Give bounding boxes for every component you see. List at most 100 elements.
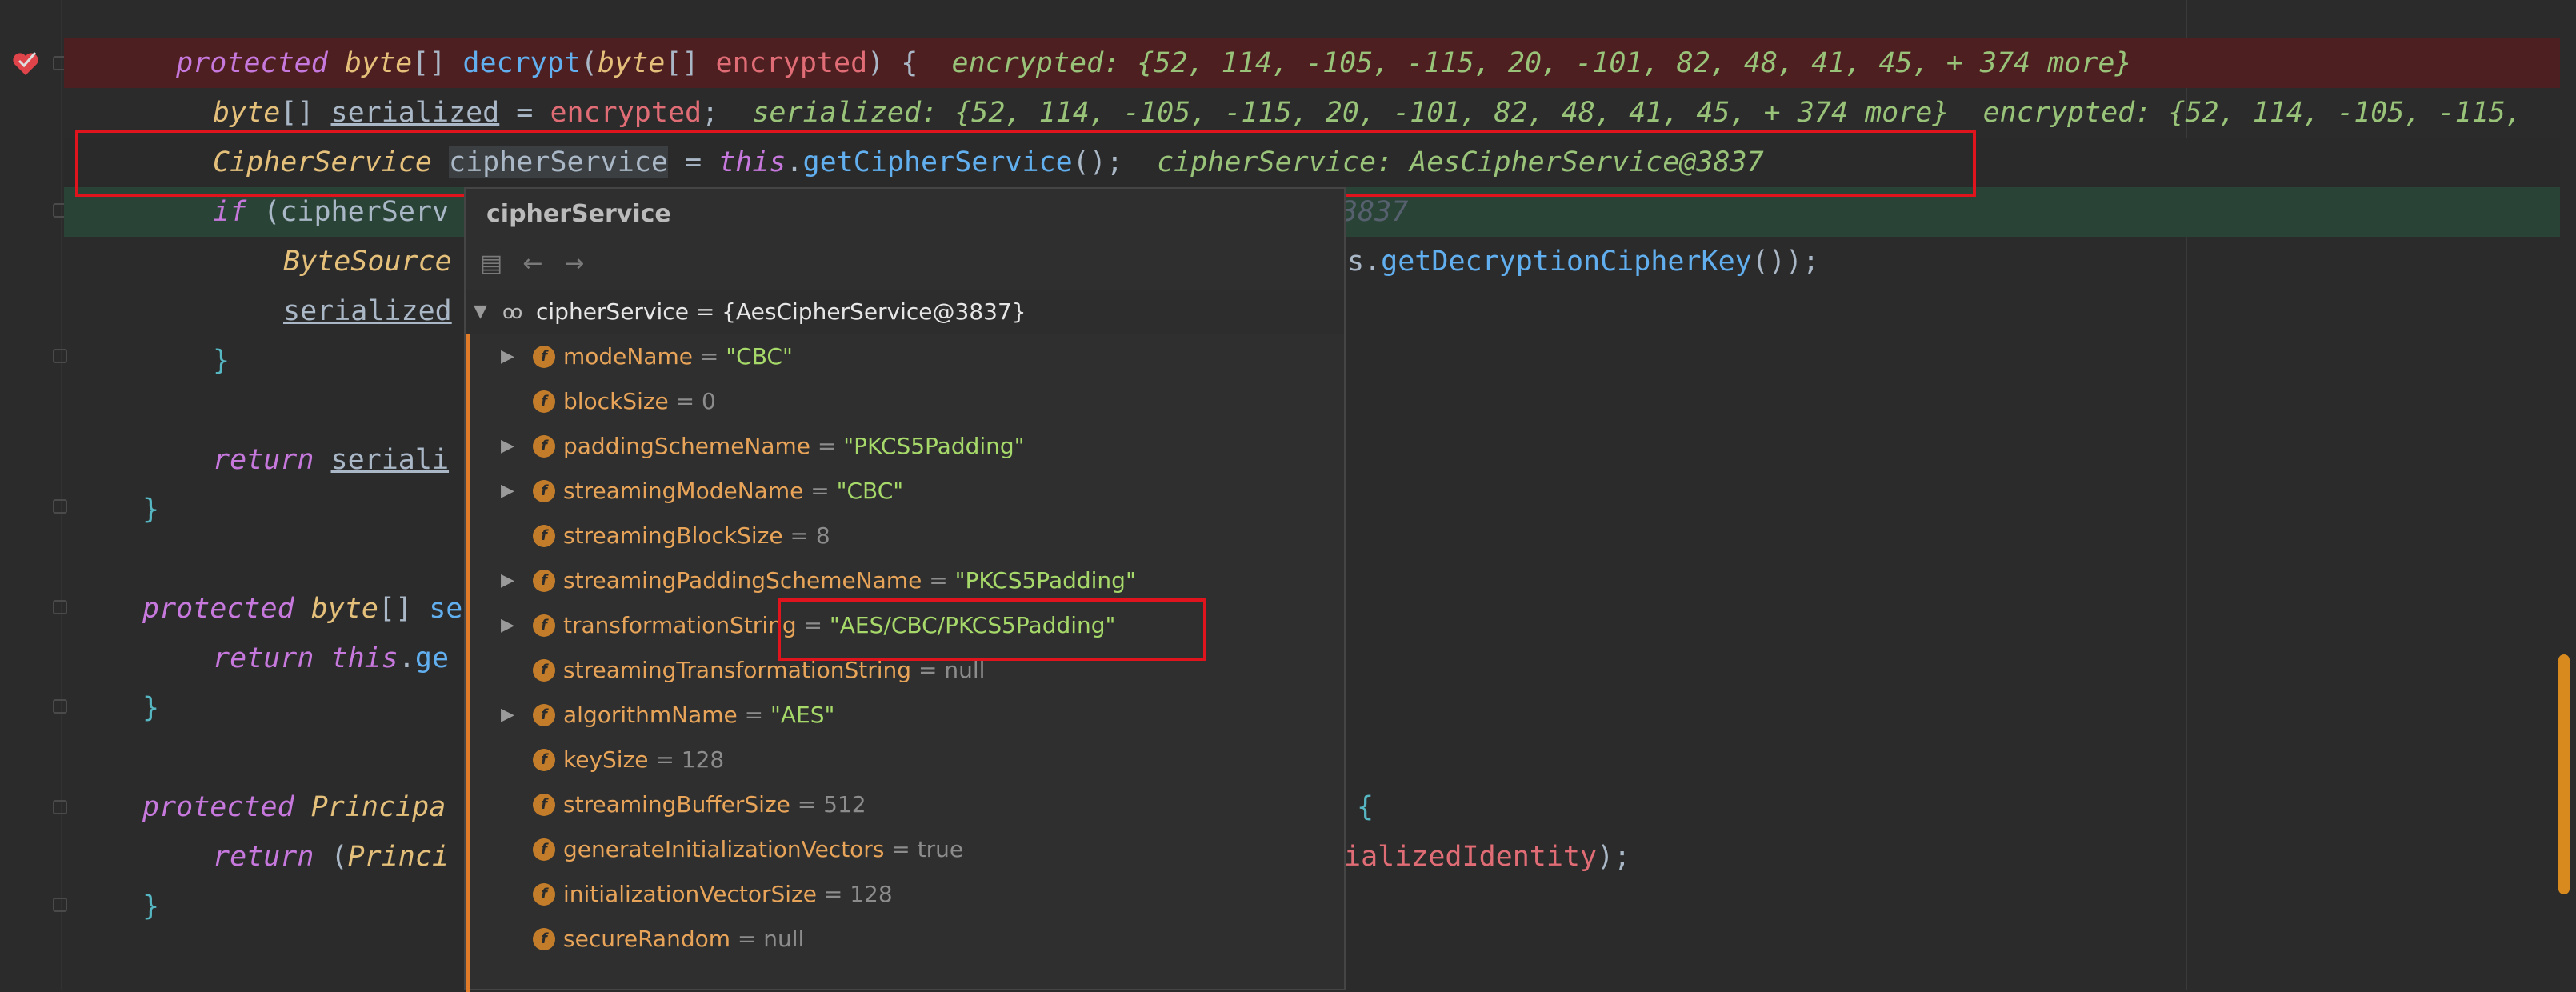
keyword: protected	[142, 791, 311, 823]
brace: }	[142, 890, 160, 922]
keyword: return	[213, 841, 314, 873]
code-line-cipherservice[interactable]: CipherService cipherService = this.getCi…	[64, 138, 2560, 187]
keyword: return	[213, 444, 314, 476]
field-row[interactable]: ▶ f paddingSchemeName = "PKCS5Padding"	[466, 424, 1344, 469]
type: Princi	[347, 841, 450, 873]
expand-icon[interactable]: ▶	[501, 469, 514, 514]
inline-value-hint[interactable]: serialized: {52, 114, -105, -115, 20, -1…	[752, 97, 1949, 129]
expand-icon[interactable]: ▶	[501, 603, 514, 648]
field-row[interactable]: f blockSize = 0	[466, 379, 1344, 424]
field-icon: f	[533, 838, 555, 861]
keyword: protected	[176, 47, 345, 79]
tree-root-row[interactable]: ▼ oo cipherService = {AesCipherService@3…	[466, 290, 1344, 334]
type: byte	[310, 593, 379, 625]
field-icon: f	[533, 659, 555, 682]
field-icon: f	[533, 883, 555, 906]
punct: =	[499, 97, 550, 129]
keyword: if	[213, 196, 247, 228]
punct: ;	[702, 97, 719, 129]
back-arrow-icon[interactable]: ←	[518, 250, 547, 278]
field-value: "AES"	[770, 702, 835, 728]
brace: }	[142, 692, 160, 724]
field-value: null	[763, 926, 805, 952]
field-row[interactable]: ▶ f algorithmName = "AES"	[466, 693, 1344, 738]
variable: seriali	[330, 444, 450, 476]
field-name: paddingSchemeName = "PKCS5Padding"	[563, 433, 1025, 459]
field-row[interactable]: f streamingTransformationString = null	[466, 648, 1344, 693]
field-icon: f	[533, 480, 555, 502]
keyword: this	[718, 146, 786, 178]
field-list: ▶ f modeName = "CBC" f blockSize = 0 ▶ f paddin…	[466, 334, 1344, 962]
field-name: initializationVectorSize = 128	[563, 881, 893, 907]
inline-value-hint[interactable]: cipherService: AesCipherService@3837	[1157, 146, 1764, 178]
field-name: transformationString = "AES/CBC/PKCS5Pad…	[563, 612, 1116, 638]
expand-icon[interactable]: ▶	[501, 424, 514, 469]
field-icon: f	[533, 794, 555, 816]
editor-gutter[interactable]	[0, 0, 62, 990]
code-line-decrypt[interactable]: protected byte[] decrypt(byte[] encrypte…	[64, 38, 2560, 88]
type: byte	[597, 47, 666, 79]
field-name: keySize = 128	[563, 746, 725, 773]
inline-value-hint[interactable]: encrypted: {52, 114, -105, -115,	[1983, 97, 2522, 129]
method-call: getCipherService	[802, 146, 1073, 178]
code-fragment: ializedIdentity);	[1344, 841, 1631, 873]
field-name: streamingTransformationString = null	[563, 657, 986, 683]
method-name: se	[429, 593, 463, 625]
field-icon: f	[533, 704, 555, 726]
variable: serialized	[283, 295, 452, 327]
folder-icon[interactable]: ▤	[477, 250, 506, 278]
brace: }	[142, 494, 160, 526]
field-value: "AES/CBC/PKCS5Padding"	[829, 612, 1116, 638]
field-name: algorithmName = "AES"	[563, 702, 835, 728]
vertical-scrollbar-thumb[interactable]	[2558, 654, 2570, 894]
field-name: streamingPaddingSchemeName = "PKCS5Paddi…	[563, 567, 1136, 594]
field-value: null	[944, 657, 986, 683]
punct: []	[378, 593, 430, 625]
keyword: return	[213, 642, 314, 674]
punct: (	[246, 196, 281, 228]
field-row[interactable]: f initializationVectorSize = 128	[466, 872, 1344, 917]
expand-icon[interactable]: ▶	[501, 558, 514, 603]
expand-icon[interactable]: ▶	[501, 334, 514, 379]
field-row[interactable]: f streamingBlockSize = 8	[466, 514, 1344, 558]
punct	[432, 146, 449, 178]
punct: .	[786, 146, 803, 178]
punct: []	[665, 47, 716, 79]
field-name: streamingBufferSize = 512	[563, 791, 866, 818]
inline-value-hint: 3837	[1341, 196, 1409, 228]
field-row[interactable]: f generateInitializationVectors = true	[466, 827, 1344, 872]
field-icon: f	[533, 390, 555, 413]
field-row[interactable]: f keySize = 128	[466, 738, 1344, 782]
expand-icon[interactable]: ▶	[501, 693, 514, 738]
field-row[interactable]: ▶ f streamingPaddingSchemeName = "PKCS5Pad…	[466, 558, 1344, 603]
field-value: 0	[702, 388, 716, 414]
field-value: 8	[815, 522, 830, 549]
breakpoint-check-icon[interactable]	[11, 50, 40, 77]
field-value: "PKCS5Padding"	[954, 567, 1136, 594]
field-icon: f	[533, 570, 555, 592]
field-icon: f	[533, 525, 555, 547]
field-name: modeName = "CBC"	[563, 343, 793, 370]
forward-arrow-icon[interactable]: →	[560, 250, 589, 278]
field-row[interactable]: ▶ f transformationString = "AES/CBC/PKCS5P…	[466, 603, 1344, 648]
variable: encrypted	[550, 97, 702, 129]
debug-value-popup[interactable]: cipherService ▤ ← → ▼ oo cipherService =…	[464, 187, 1346, 992]
field-row[interactable]: f secureRandom = null	[466, 917, 1344, 962]
field-name: generateInitializationVectors = true	[563, 836, 964, 862]
method-call: ge	[414, 642, 450, 674]
field-value: 128	[850, 881, 893, 907]
field-value: "CBC"	[726, 343, 793, 370]
type: ByteSource	[283, 246, 452, 278]
field-row[interactable]: ▶ f streamingModeName = "CBC"	[466, 469, 1344, 514]
punct: ();	[1072, 146, 1123, 178]
field-value: "CBC"	[836, 478, 904, 504]
brace: }	[213, 345, 230, 377]
inline-value-hint[interactable]: encrypted: {52, 114, -105, -115, 20, -10…	[952, 47, 2132, 79]
collapse-icon[interactable]: ▼	[474, 290, 487, 334]
keyword: this	[330, 642, 398, 674]
field-icon: f	[533, 346, 555, 368]
code-line-serialized[interactable]: byte[] serialized = encrypted; serialize…	[64, 88, 2560, 138]
variable: serialized	[330, 97, 500, 129]
field-row[interactable]: f streamingBufferSize = 512	[466, 782, 1344, 827]
field-row[interactable]: ▶ f modeName = "CBC"	[466, 334, 1344, 379]
